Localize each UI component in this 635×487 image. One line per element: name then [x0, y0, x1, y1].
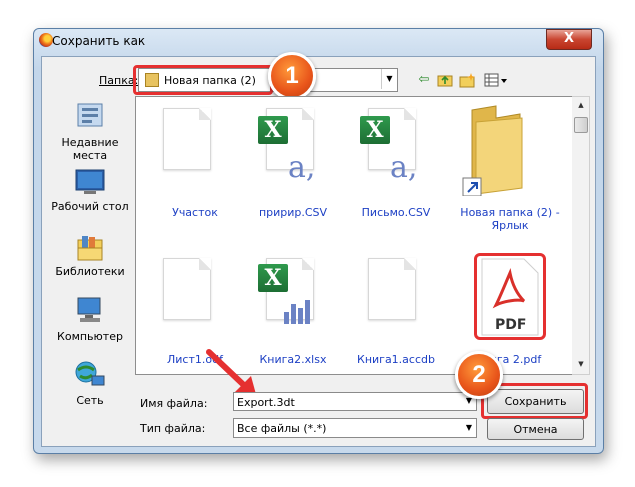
places-recent-line1: Недавние: [61, 136, 119, 149]
new-folder-icon[interactable]: [459, 72, 475, 88]
file-item-label-line2: Ярлык: [491, 219, 529, 232]
close-button[interactable]: X: [546, 29, 592, 50]
desktop-icon[interactable]: [72, 168, 108, 198]
file-item-label[interactable]: Письмо.CSV: [346, 206, 446, 219]
scroll-down-icon[interactable]: ▼: [573, 356, 589, 372]
back-icon[interactable]: ⇦: [416, 72, 432, 88]
excel-x-icon: X: [360, 116, 390, 144]
cancel-button[interactable]: Отмена: [487, 418, 584, 440]
step-badge-2: 2: [455, 351, 503, 399]
file-item-label[interactable]: пририр.CSV: [243, 206, 343, 219]
excel-x-icon: X: [258, 264, 288, 292]
firefox-icon: [39, 33, 53, 47]
step-badge-1: 1: [268, 52, 316, 100]
folder-shortcut-icon[interactable]: [462, 104, 532, 197]
libraries-icon[interactable]: [72, 234, 108, 264]
scroll-up-icon[interactable]: ▲: [573, 97, 589, 113]
folder-highlight: [133, 65, 273, 95]
computer-icon[interactable]: [72, 296, 108, 326]
up-folder-icon[interactable]: [437, 72, 453, 88]
vertical-scrollbar[interactable]: [572, 96, 590, 375]
blank-file-icon[interactable]: [368, 258, 416, 320]
filename-label: Имя файла:: [140, 397, 208, 410]
pdf-label: PDF: [495, 317, 527, 333]
scroll-thumb[interactable]: [574, 117, 588, 133]
filetype-select[interactable]: Все файлы (*.*): [233, 418, 477, 438]
csv-a-icon: a,: [288, 150, 316, 185]
places-computer[interactable]: Компьютер: [50, 330, 130, 343]
places-network[interactable]: Сеть: [50, 394, 130, 407]
blank-file-icon[interactable]: [163, 258, 211, 320]
places-recent[interactable]: Недавние места: [50, 136, 130, 162]
recent-places-icon[interactable]: [72, 102, 108, 132]
places-desktop[interactable]: Рабочий стол: [50, 200, 130, 213]
filetype-label: Тип файла:: [140, 422, 206, 435]
network-icon[interactable]: [72, 360, 108, 390]
chevron-down-icon[interactable]: ▼: [462, 419, 476, 437]
places-libraries[interactable]: Библиотеки: [50, 265, 130, 278]
excel-x-icon: X: [258, 116, 288, 144]
file-item-label[interactable]: Участок: [145, 206, 245, 219]
filename-input[interactable]: Export.3dt: [233, 392, 477, 411]
chevron-down-icon[interactable]: ▼: [381, 69, 397, 89]
file-item-label[interactable]: Книга1.accdb: [346, 353, 446, 366]
file-item-label[interactable]: Новая папка (2) - Ярлык: [455, 206, 565, 232]
places-recent-line2: места: [72, 149, 108, 162]
view-menu-icon[interactable]: [484, 72, 508, 88]
csv-a-icon: a,: [390, 150, 418, 185]
file-item-label-line1: Новая папка (2) -: [460, 206, 560, 219]
blank-file-icon[interactable]: [163, 108, 211, 170]
window-title: Сохранить как: [52, 34, 146, 48]
bar-chart-icon: [282, 296, 312, 329]
